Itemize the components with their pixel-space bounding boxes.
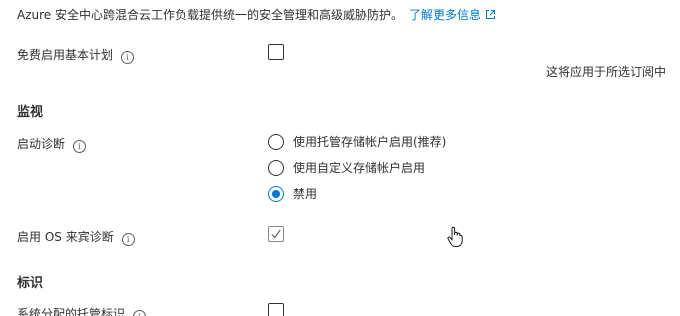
radio-label: 禁用 [293, 186, 318, 201]
os-guest-diagnostics-label-text: 启用 OS 来宾诊断 [17, 230, 114, 244]
radio-custom-storage[interactable]: 使用自定义存储帐户启用 [268, 157, 426, 176]
boot-diagnostics-label: 启动诊断 i [17, 136, 87, 153]
identity-heading: 标识 [17, 276, 44, 291]
basic-plan-note: 这将应用于所选订阅中 [546, 65, 667, 79]
monitoring-heading: 监视 [17, 105, 44, 120]
basic-plan-label-text: 免费启用基本计划 [17, 48, 114, 62]
learn-more-link[interactable]: 了解更多信息 [409, 8, 496, 22]
info-icon[interactable]: i [73, 140, 87, 153]
system-managed-identity-checkbox[interactable] [268, 303, 284, 316]
learn-more-label: 了解更多信息 [408, 8, 481, 22]
info-icon[interactable]: i [133, 310, 147, 316]
radio-button-selected[interactable] [268, 185, 284, 202]
basic-plan-checkbox[interactable] [268, 44, 284, 60]
radio-label: 使用自定义存储帐户启用 [293, 160, 426, 175]
system-managed-identity-label-text: 系统分配的托管标识 [17, 307, 126, 316]
management-settings-panel: Azure 安全中心跨混合云工作负载提供统一的安全管理和高级威胁防护。 了解更多信… [0, 0, 680, 316]
checkmark-icon [271, 229, 281, 239]
boot-diagnostics-label-text: 启动诊断 [17, 137, 66, 151]
basic-plan-label: 免费启用基本计划 i [17, 47, 135, 64]
os-guest-diagnostics-checkbox[interactable] [268, 226, 284, 242]
hand-pointer-cursor-icon [447, 226, 463, 247]
radio-label: 使用托管存储帐户启用(推荐) [293, 134, 447, 149]
os-guest-diagnostics-label: 启用 OS 来宾诊断 i [17, 229, 135, 246]
external-link-icon [486, 10, 495, 19]
radio-disabled[interactable]: 禁用 [268, 183, 318, 202]
system-managed-identity-label: 系统分配的托管标识 i [17, 306, 147, 316]
intro-line: Azure 安全中心跨混合云工作负载提供统一的安全管理和高级威胁防护。 了解更多信… [17, 7, 496, 23]
radio-managed-storage[interactable]: 使用托管存储帐户启用(推荐) [268, 131, 447, 150]
radio-button[interactable] [268, 159, 284, 176]
info-icon[interactable]: i [121, 51, 135, 64]
radio-button[interactable] [268, 133, 284, 150]
info-icon[interactable]: i [121, 233, 135, 246]
intro-text: Azure 安全中心跨混合云工作负载提供统一的安全管理和高级威胁防护。 [17, 8, 403, 22]
